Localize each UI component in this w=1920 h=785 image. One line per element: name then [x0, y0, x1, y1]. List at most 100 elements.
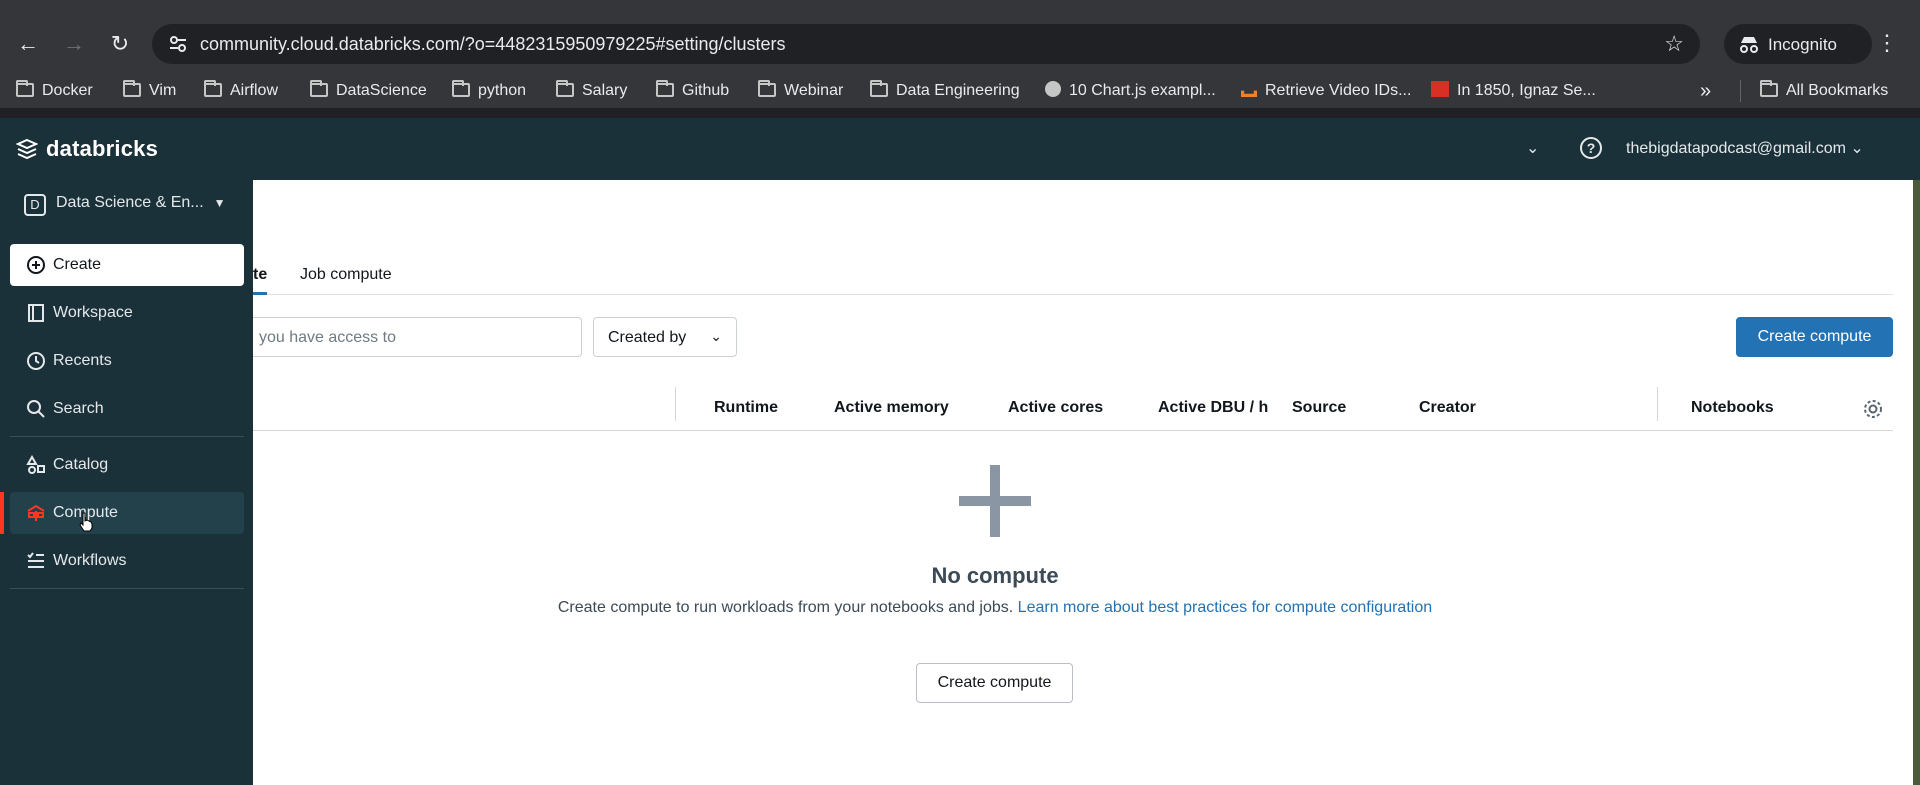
bookmark-chartjs[interactable]: 10 Chart.js exampl... [1045, 80, 1216, 102]
bookmarks-bar: Docker Vim Airflow DataScience python Sa… [0, 74, 1920, 108]
empty-state-create-compute-button[interactable]: Create compute [916, 663, 1073, 703]
sidebar-item-workspace[interactable]: Workspace [10, 292, 244, 334]
sidebar: D Data Science & En... ▼ Create Workspace … [0, 180, 253, 785]
help-icon[interactable]: ? [1580, 137, 1602, 159]
bookmark-star-icon[interactable]: ☆ [1664, 32, 1684, 56]
workspace-icon [28, 304, 44, 322]
site-settings-icon[interactable] [168, 34, 188, 54]
tabs-divider [253, 294, 1893, 295]
folder-icon [656, 80, 674, 97]
bookmark-data-engineering[interactable]: Data Engineering [870, 80, 1020, 102]
sidebar-item-search[interactable]: Search [10, 388, 244, 430]
databricks-logo-icon [16, 138, 38, 160]
gear-icon[interactable] [1862, 398, 1884, 420]
plus-icon [959, 465, 1031, 537]
folder-icon [123, 80, 141, 97]
folder-icon [204, 80, 222, 97]
column-divider [675, 387, 676, 421]
bookmark-label: Retrieve Video IDs... [1265, 82, 1412, 99]
bookmark-label: Webinar [784, 82, 844, 99]
clock-icon [27, 352, 45, 370]
bookmarks-divider [1740, 80, 1741, 102]
bookmark-datascience[interactable]: DataScience [310, 80, 427, 102]
bookmark-salary[interactable]: Salary [556, 80, 627, 102]
column-header-active-dbu[interactable]: Active DBU / h [1158, 399, 1268, 417]
create-compute-button[interactable]: Create compute [1736, 317, 1893, 357]
folder-icon [452, 80, 470, 97]
compute-icon [27, 504, 45, 521]
bookmark-label: Github [682, 82, 730, 99]
bookmark-label: Docker [42, 82, 93, 99]
incognito-icon [1740, 37, 1758, 53]
reddit-favicon-icon [1431, 81, 1449, 97]
workspace-badge: D [24, 194, 46, 216]
databricks-logo[interactable]: databricks [16, 137, 158, 161]
search-placeholder: you have access to [259, 329, 396, 346]
bookmark-python[interactable]: python [452, 80, 526, 102]
empty-state-description: Create compute to run workloads from you… [253, 595, 1737, 621]
globe-icon [1045, 81, 1061, 97]
back-arrow-icon[interactable]: ← [14, 30, 42, 58]
compute-search-input[interactable]: you have access to [253, 317, 582, 357]
bookmark-label: Airflow [230, 82, 279, 99]
address-bar[interactable]: community.cloud.databricks.com/?o=448231… [152, 24, 1700, 64]
window-edge [1913, 180, 1920, 785]
chevron-down-icon: ⌄ [1850, 140, 1864, 157]
tab-job-compute[interactable]: Job compute [300, 266, 392, 284]
created-by-filter[interactable]: Created by ⌄ [593, 317, 737, 357]
chevron-down-icon[interactable]: ⌄ [1526, 138, 1539, 158]
bookmark-video-ids[interactable]: Retrieve Video IDs... [1241, 80, 1411, 102]
filter-label: Created by [608, 329, 687, 346]
tab-all-purpose-compute[interactable]: te [253, 266, 267, 284]
sidebar-item-catalog[interactable]: Catalog [10, 444, 244, 486]
hand-cursor-icon [79, 512, 93, 532]
reload-icon[interactable]: ↻ [106, 30, 134, 58]
incognito-indicator[interactable]: Incognito [1724, 24, 1872, 64]
column-header-creator[interactable]: Creator [1419, 399, 1476, 417]
bookmark-webinar[interactable]: Webinar [758, 80, 843, 102]
all-bookmarks[interactable]: All Bookmarks [1760, 80, 1888, 102]
search-icon [27, 400, 45, 418]
column-header-active-memory[interactable]: Active memory [834, 399, 949, 417]
column-divider [1657, 387, 1658, 421]
bookmark-docker[interactable]: Docker [16, 80, 93, 102]
bookmark-ignaz[interactable]: In 1850, Ignaz Se... [1431, 80, 1596, 102]
table-header: Runtime Active memory Active cores Activ… [253, 387, 1893, 431]
bookmark-label: 10 Chart.js exampl... [1069, 82, 1216, 99]
folder-icon [870, 80, 888, 97]
sidebar-item-label: Workflows [53, 552, 127, 569]
all-bookmarks-label: All Bookmarks [1786, 82, 1889, 99]
column-header-source[interactable]: Source [1292, 399, 1346, 417]
folder-icon [16, 80, 34, 97]
browser-menu-icon[interactable]: ⋮ [1876, 30, 1898, 56]
sidebar-item-label: Workspace [53, 304, 133, 321]
bookmark-label: Vim [149, 82, 177, 99]
sidebar-divider [10, 436, 244, 437]
incognito-label: Incognito [1768, 35, 1837, 54]
more-bookmarks-icon[interactable]: » [1700, 80, 1711, 102]
active-tab-underline [253, 292, 267, 295]
active-indicator [0, 492, 4, 534]
chevron-down-icon: ⌄ [710, 328, 722, 344]
sidebar-item-recents[interactable]: Recents [10, 340, 244, 382]
plus-circle-icon [27, 256, 45, 274]
sidebar-item-compute[interactable]: Compute [10, 492, 244, 534]
workspace-selector[interactable]: D Data Science & En... ▼ [24, 194, 226, 216]
bookmark-vim[interactable]: Vim [123, 80, 176, 102]
column-header-active-cores[interactable]: Active cores [1008, 399, 1103, 417]
url-text[interactable]: community.cloud.databricks.com/?o=448231… [200, 34, 786, 54]
bookmark-github[interactable]: Github [656, 80, 729, 102]
sidebar-item-workflows[interactable]: Workflows [10, 540, 244, 582]
compute-page: te Job compute you have access to Create… [253, 180, 1913, 785]
user-menu[interactable]: thebigdatapodcast@gmail.com ⌄ [1626, 139, 1864, 159]
bookmark-label: In 1850, Ignaz Se... [1457, 82, 1596, 99]
column-header-notebooks[interactable]: Notebooks [1691, 399, 1774, 417]
bookmark-airflow[interactable]: Airflow [204, 80, 278, 102]
folder-icon [1760, 80, 1778, 97]
catalog-icon [26, 455, 45, 474]
sidebar-item-create[interactable]: Create [10, 244, 244, 286]
column-header-runtime[interactable]: Runtime [714, 399, 778, 417]
folder-icon [758, 80, 776, 97]
forward-arrow-icon[interactable]: → [60, 30, 88, 58]
learn-more-link[interactable]: Learn more about best practices for comp… [1018, 599, 1432, 616]
